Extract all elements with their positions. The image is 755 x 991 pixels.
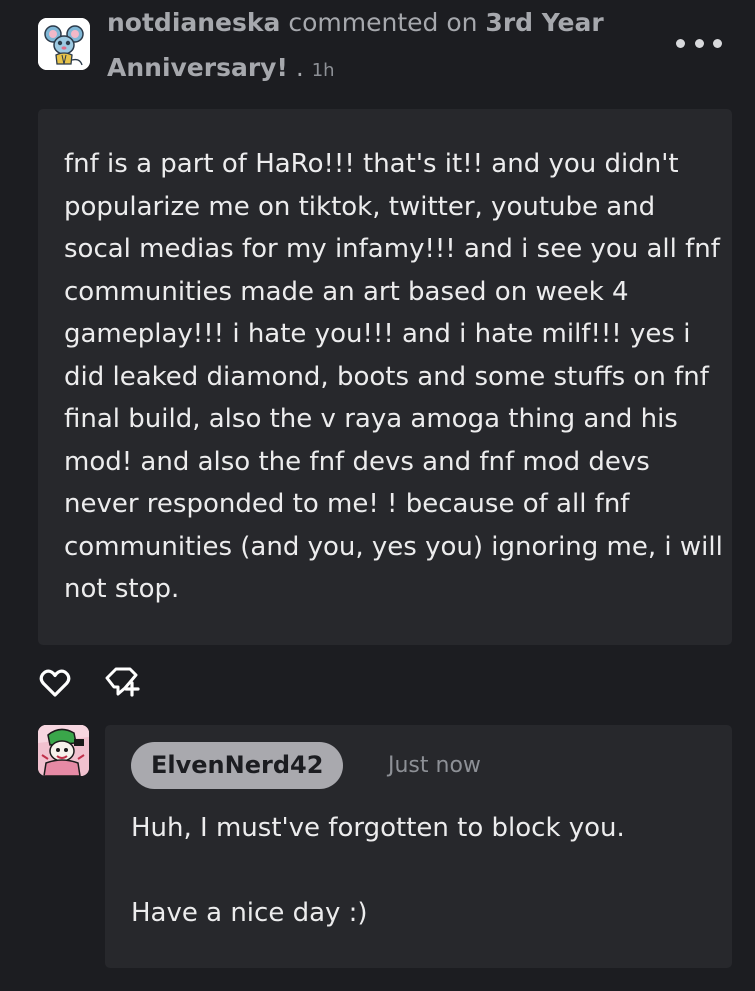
action-text: commented on [288,8,478,37]
reply-timestamp: Just now [388,753,481,778]
comment-body: fnf is a part of HaRo!!! that's it!! and… [38,109,732,645]
comment-timestamp: 1h [311,60,335,81]
time-separator: . [287,53,312,82]
reply-avatar[interactable] [38,725,89,776]
reply-text-line2: Have a nice day :) [131,898,368,928]
reply-text-line1: Huh, I must've forgotten to block you. [131,813,625,843]
heart-icon [39,669,71,697]
reply-card: ElvenNerd42 Just now Huh, I must've forg… [105,725,732,968]
reply-username-pill[interactable]: ElvenNerd42 [131,742,344,789]
more-horizontal-icon [676,38,685,48]
comment-thread: notdianeska commented on 3rd Year Anniver… [0,0,755,991]
more-options-button[interactable] [676,30,722,56]
post-title-part2: Anniversary! [107,53,288,82]
more-dot [694,38,704,48]
like-button[interactable] [38,666,72,700]
mouse-avatar-icon [38,18,90,70]
reply-icon [105,667,140,697]
post-title-part1: 3rd Year [485,8,604,37]
comment-header: notdianeska commented on 3rd Year Anniver… [107,0,647,93]
more-dot [713,38,722,48]
character-avatar-icon [38,725,89,776]
commenter-username[interactable]: notdianeska [107,8,280,37]
commenter-avatar[interactable] [38,18,90,70]
comment-text: fnf is a part of HaRo!!! that's it!! and… [64,149,723,604]
reply-button[interactable] [103,664,143,700]
